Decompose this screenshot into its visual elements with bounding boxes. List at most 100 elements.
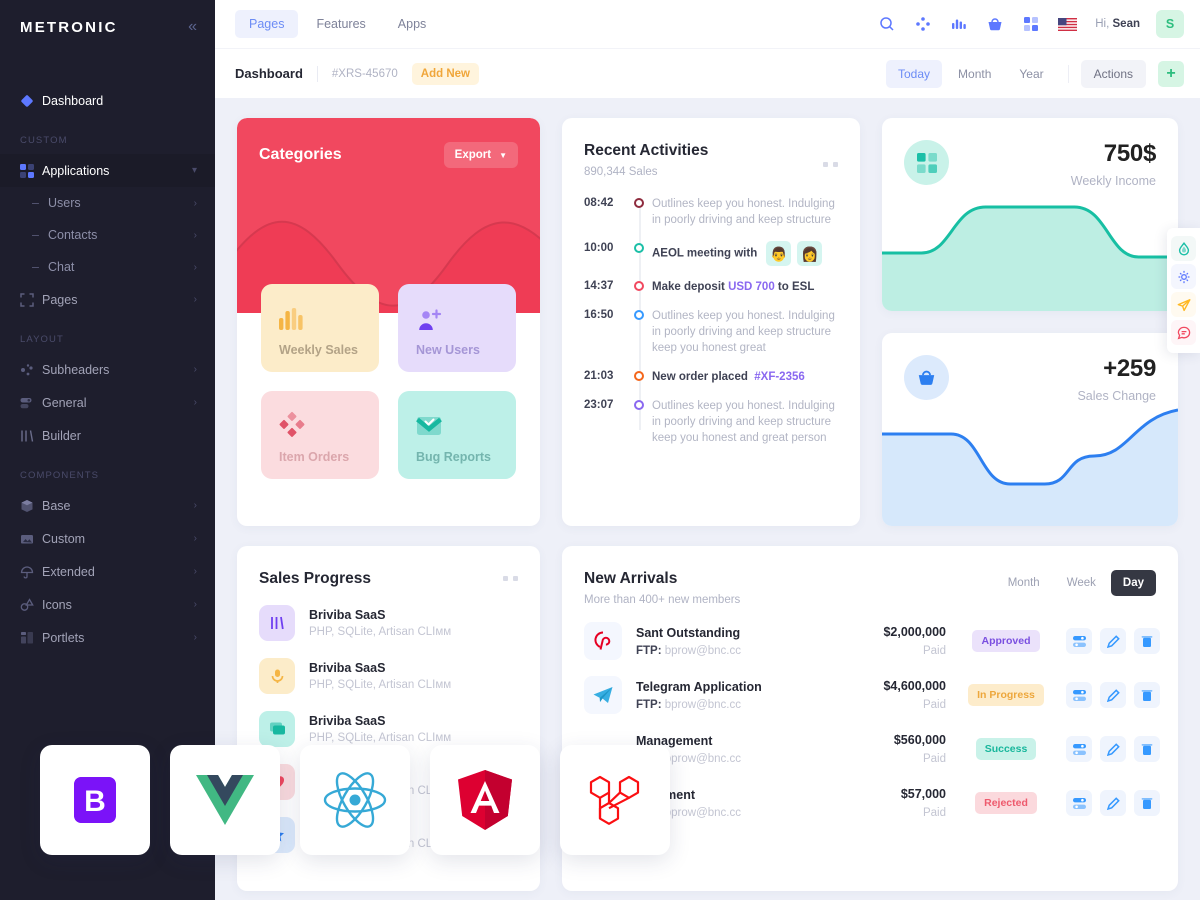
- search-icon[interactable]: [877, 14, 897, 34]
- basket-icon[interactable]: [985, 14, 1005, 34]
- stat-value: +259: [1103, 355, 1156, 382]
- user-plus-icon: [416, 300, 516, 330]
- nodes-icon: [20, 363, 42, 377]
- activity-label: Make deposit: [652, 281, 729, 293]
- chevron-right-icon: ›: [193, 533, 197, 544]
- send-icon[interactable]: [1171, 292, 1196, 317]
- settings-icon[interactable]: [1066, 682, 1092, 708]
- activity-item: 10:00 AEOL meeting with 👨 👩: [584, 241, 838, 266]
- layout-icon: [20, 631, 42, 645]
- activity-label: AEOL meeting with: [652, 247, 758, 260]
- export-button[interactable]: Export ▼: [443, 142, 518, 168]
- angular-logo[interactable]: [430, 745, 540, 855]
- add-new-button[interactable]: Add New: [411, 62, 479, 85]
- list-item[interactable]: Briviba SaaS PHP, SQLite, Artisan CLIмм: [259, 711, 518, 747]
- dots-icon[interactable]: [823, 162, 838, 167]
- react-logo[interactable]: [300, 745, 410, 855]
- activity-item: 08:42 Outlines keep you honest. Indulgin…: [584, 196, 838, 228]
- tile-item-orders[interactable]: Item Orders: [261, 391, 379, 479]
- sidebar-item-portlets[interactable]: Portlets ›: [0, 621, 215, 654]
- sidebar-item-custom[interactable]: Custom ›: [0, 522, 215, 555]
- list-item[interactable]: Briviba SaaS PHP, SQLite, Artisan CLIмм: [259, 658, 518, 694]
- delete-icon[interactable]: [1134, 790, 1160, 816]
- vue-logo[interactable]: [170, 745, 280, 855]
- sidebar-item-extended[interactable]: Extended ›: [0, 555, 215, 588]
- delete-icon[interactable]: [1134, 682, 1160, 708]
- stat-values: +259 Sales Change: [1077, 355, 1156, 403]
- edit-icon[interactable]: [1100, 736, 1126, 762]
- filter-month[interactable]: Month: [946, 60, 1003, 88]
- tile-label: Bug Reports: [416, 450, 491, 464]
- filter-today[interactable]: Today: [886, 59, 943, 88]
- row-status: In Progress: [946, 684, 1066, 706]
- bar-chart-icon[interactable]: [949, 14, 969, 34]
- flag-us-icon[interactable]: [1057, 14, 1077, 34]
- status-badge: In Progress: [968, 684, 1044, 706]
- activity-highlight: USD 700: [728, 281, 775, 293]
- edit-icon[interactable]: [1100, 628, 1126, 654]
- sidebar-label-custom: Custom: [42, 531, 86, 546]
- avatar[interactable]: S: [1156, 10, 1184, 38]
- sidebar-item-subheaders[interactable]: Subheaders ›: [0, 353, 215, 386]
- filter-year[interactable]: Year: [1007, 60, 1055, 88]
- segment-month[interactable]: Month: [996, 570, 1052, 596]
- categories-title: Categories: [259, 146, 342, 163]
- tile-weekly-sales[interactable]: Weekly Sales: [261, 284, 379, 372]
- sidebar-item-general[interactable]: General ›: [0, 386, 215, 419]
- sidebar-item-applications[interactable]: Applications ▾: [0, 154, 215, 187]
- sidebar-item-pages[interactable]: Pages ›: [0, 283, 215, 316]
- ftp-label: FTP:: [636, 698, 662, 711]
- chevron-right-icon: ›: [193, 294, 197, 305]
- bootstrap-logo[interactable]: B: [40, 745, 150, 855]
- sidebar-item-users[interactable]: – Users ›: [0, 187, 215, 219]
- plus-icon[interactable]: +: [1158, 60, 1184, 87]
- chat-icon: [259, 711, 295, 747]
- sidebar-label-base: Base: [42, 498, 71, 513]
- segment-day[interactable]: Day: [1110, 570, 1156, 596]
- mic-icon: [259, 658, 295, 694]
- sidebar-item-dashboard[interactable]: Dashboard: [0, 84, 215, 117]
- sidebar-label-extended: Extended: [42, 564, 95, 579]
- activity-bullet: [626, 369, 652, 381]
- sidebar-item-chat[interactable]: – Chat ›: [0, 251, 215, 283]
- svg-text:B: B: [84, 785, 106, 818]
- laravel-logo[interactable]: [560, 745, 670, 855]
- dots-icon[interactable]: [503, 576, 518, 581]
- edit-icon[interactable]: [1100, 790, 1126, 816]
- export-label: Export: [454, 149, 492, 161]
- sidebar-label-general: General: [42, 395, 87, 410]
- sidebar-item-contacts[interactable]: – Contacts ›: [0, 219, 215, 251]
- tile-bug-reports[interactable]: Bug Reports: [398, 391, 516, 479]
- sidebar-item-base[interactable]: Base ›: [0, 489, 215, 522]
- status-badge: Success: [975, 738, 1037, 760]
- droplet-icon[interactable]: [1171, 236, 1196, 261]
- gear-icon[interactable]: [1171, 264, 1196, 289]
- breadcrumb-code: #XRS-45670: [331, 67, 398, 80]
- tab-apps[interactable]: Apps: [384, 10, 441, 38]
- chat-icon[interactable]: [1171, 320, 1196, 345]
- settings-icon[interactable]: [1066, 628, 1092, 654]
- sidebar-item-builder[interactable]: Builder: [0, 419, 215, 452]
- chevrons-left-icon[interactable]: «: [188, 19, 197, 35]
- settings-icon[interactable]: [1066, 790, 1092, 816]
- item-desc: PHP, SQLite, Artisan CLIмм: [309, 626, 452, 638]
- edit-icon[interactable]: [1100, 682, 1126, 708]
- tab-pages[interactable]: Pages: [235, 10, 299, 38]
- tile-new-users[interactable]: New Users: [398, 284, 516, 372]
- settings-icon[interactable]: [1066, 736, 1092, 762]
- nav-tabs: Pages Features Apps: [235, 10, 440, 38]
- segment-week[interactable]: Week: [1055, 570, 1108, 596]
- arrivals-header: New Arrivals More than 400+ new members …: [584, 570, 1156, 606]
- bar-chart-icon: [279, 300, 379, 330]
- actions-button[interactable]: Actions: [1080, 59, 1146, 88]
- tab-features[interactable]: Features: [302, 10, 379, 38]
- activity-label-after: to ESL: [774, 281, 815, 293]
- amount-status: Paid: [922, 699, 946, 711]
- delete-icon[interactable]: [1134, 628, 1160, 654]
- sparkle-icon[interactable]: [913, 14, 933, 34]
- grid-icon[interactable]: [1021, 14, 1041, 34]
- status-badge: Rejected: [975, 792, 1037, 814]
- sidebar-item-icons[interactable]: Icons ›: [0, 588, 215, 621]
- list-item[interactable]: Briviba SaaS PHP, SQLite, Artisan CLIмм: [259, 605, 518, 641]
- delete-icon[interactable]: [1134, 736, 1160, 762]
